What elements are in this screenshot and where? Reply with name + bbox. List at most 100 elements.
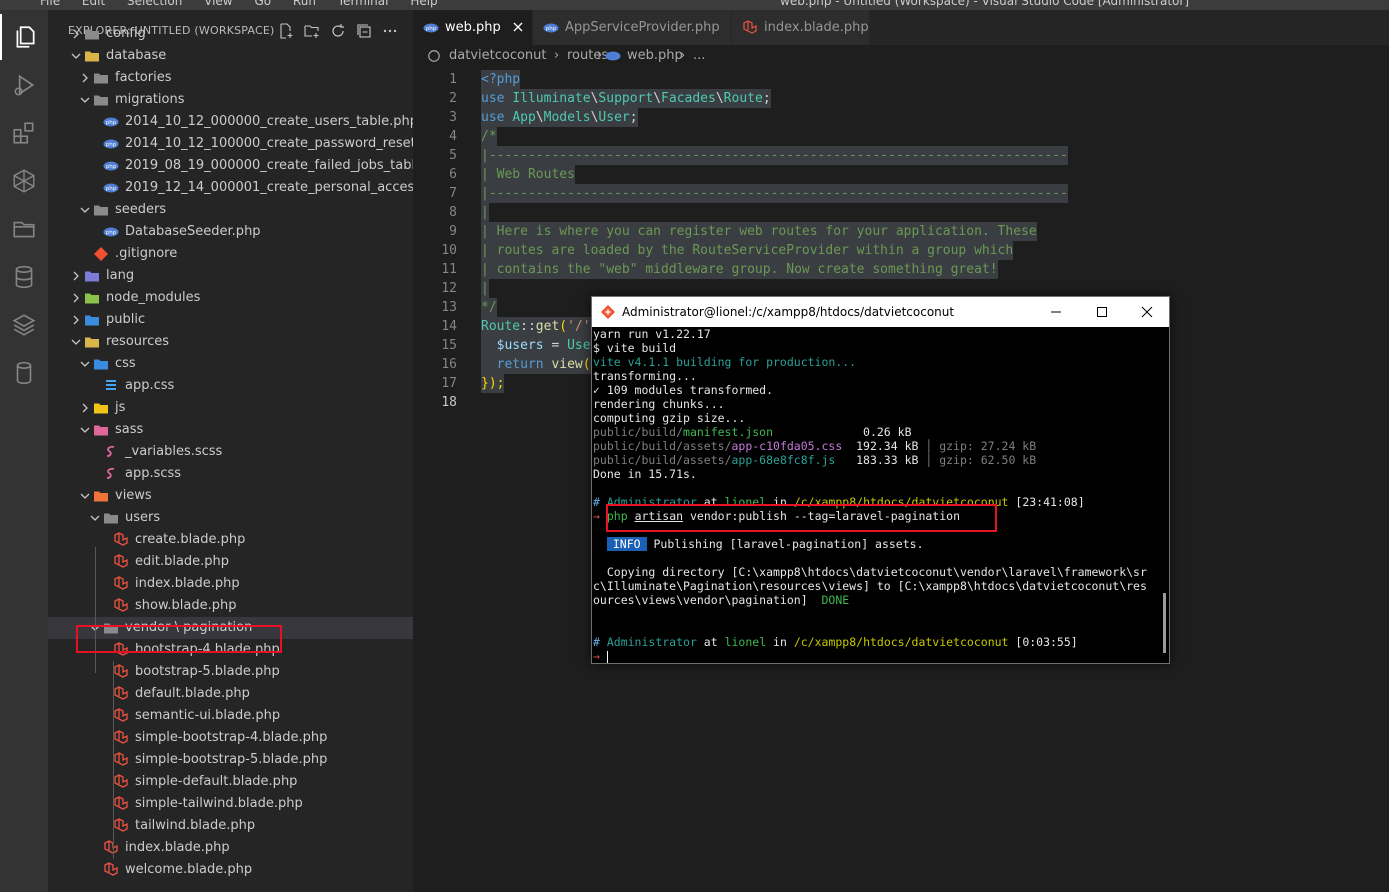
tree-file[interactable]: show.blade.php [48,595,413,617]
tree-file[interactable]: php 2019_12_14_000001_create_personal_acc… [48,177,413,199]
tree-folder[interactable]: sass [48,419,413,441]
tree-folder[interactable]: css [48,353,413,375]
line-number: 1 [449,72,457,87]
tree-file[interactable]: index.blade.php [48,837,413,859]
tree-item-label: simple-bootstrap-5.blade.php [135,752,328,767]
tab-web-php[interactable]: php web.php [413,10,533,45]
tree-file[interactable]: simple-default.blade.php [48,771,413,793]
close-icon[interactable] [510,19,526,35]
tree-file[interactable]: simple-bootstrap-5.blade.php [48,749,413,771]
tree-file[interactable]: app.css [48,375,413,397]
menu-file[interactable]: File [40,0,60,8]
tree-file[interactable]: simple-bootstrap-4.blade.php [48,727,413,749]
tree-folder[interactable]: config [48,23,413,45]
tree-item-label: welcome.blade.php [125,862,253,877]
menu-terminal[interactable]: Terminal [338,0,389,8]
activity-storage[interactable] [0,350,48,396]
line-number: 11 [441,262,457,277]
tree-folder[interactable]: js [48,397,413,419]
breadcrumb-file[interactable]: web.php [627,48,683,63]
chevron-right-icon[interactable] [68,290,84,306]
terminal-titlebar[interactable]: Administrator@lionel:/c/xampp8/htdocs/da… [592,297,1169,327]
chevron-right-icon[interactable] [77,70,93,86]
terminal-line: transforming... [593,369,697,383]
chevron-down-icon[interactable] [77,202,93,218]
chevron-down-icon[interactable] [77,488,93,504]
terminal-input-line[interactable]: → [593,649,608,663]
activity-remote[interactable] [0,158,48,204]
tree-file[interactable]: semantic-ui.blade.php [48,705,413,727]
tree-item-label: simple-tailwind.blade.php [135,796,303,811]
close-icon [1141,306,1153,318]
breadcrumb-more[interactable]: ... [693,48,705,63]
activity-folders[interactable] [0,206,48,252]
tree-file[interactable]: .gitignore [48,243,413,265]
minimize-button[interactable] [1033,297,1079,327]
chevron-right-icon[interactable] [77,400,93,416]
chevron-down-icon[interactable] [68,48,84,64]
tree-item-label: 2019_08_19_000000_create_failed_jobs_tab… [125,158,413,173]
tree-file[interactable]: edit.blade.php [48,551,413,573]
folder-icon [93,488,109,504]
terminal-scrollbar[interactable] [1163,593,1166,653]
sass-file-icon [103,444,119,460]
breadcrumb-root[interactable]: datvietcoconut [449,48,547,63]
tree-file[interactable]: simple-tailwind.blade.php [48,793,413,815]
tree-folder[interactable]: lang [48,265,413,287]
tree-file[interactable]: php 2014_10_12_100000_create_password_res… [48,133,413,155]
tree-folder[interactable]: factories [48,67,413,89]
tree-file[interactable]: tailwind.blade.php [48,815,413,837]
line-number: 6 [449,167,457,182]
terminal-window[interactable]: Administrator@lionel:/c/xampp8/htdocs/da… [591,296,1170,664]
tree-folder[interactable]: public [48,309,413,331]
tree-file[interactable]: default.blade.php [48,683,413,705]
tree-folder[interactable]: views [48,485,413,507]
tree-file[interactable]: _variables.scss [48,441,413,463]
terminal-output[interactable]: yarn run v1.22.17 $ vite build vite v4.1… [592,327,1169,663]
activity-explorer[interactable] [0,14,48,60]
chevron-right-icon[interactable] [68,268,84,284]
tree-file[interactable]: create.blade.php [48,529,413,551]
tree-folder[interactable]: database [48,45,413,67]
done-label: DONE [821,593,850,607]
chevron-right-icon[interactable] [68,26,84,42]
close-window-button[interactable] [1124,297,1170,327]
maximize-button[interactable] [1079,297,1125,327]
laravel-blade-icon [113,730,129,746]
activity-run-debug[interactable] [0,62,48,108]
tree-file[interactable]: index.blade.php [48,573,413,595]
chevron-down-icon[interactable] [77,422,93,438]
chevron-down-icon[interactable] [87,510,103,526]
terminal-line: yarn run v1.22.17 [593,327,711,341]
tree-folder[interactable]: migrations [48,89,413,111]
tree-file[interactable]: app.scss [48,463,413,485]
tree-folder[interactable]: users [48,507,413,529]
copy-target: ources\views\vendor\pagination] [593,593,808,607]
chevron-down-icon[interactable] [77,356,93,372]
menu-help[interactable]: Help [410,0,437,8]
menu-edit[interactable]: Edit [82,0,105,8]
tree-folder[interactable]: node_modules [48,287,413,309]
tree-folder[interactable]: resources [48,331,413,353]
tree-file[interactable]: bootstrap-5.blade.php [48,661,413,683]
menu-run[interactable]: Run [293,0,316,8]
menu-view[interactable]: View [204,0,232,8]
tree-folder[interactable]: seeders [48,199,413,221]
info-badge: INFO [606,537,647,551]
tree-file[interactable]: php 2019_08_19_000000_create_failed_jobs_… [48,155,413,177]
variable: $users [496,338,544,353]
activity-extensions[interactable] [0,110,48,156]
chevron-down-icon[interactable] [77,92,93,108]
prompt-time: [23:41:08] [1008,495,1085,509]
activity-layers[interactable] [0,302,48,348]
tab-appserviceprovider[interactable]: php AppServiceProvider.php [533,10,732,45]
chevron-right-icon[interactable] [68,312,84,328]
menu-go[interactable]: Go [254,0,271,8]
menu-selection[interactable]: Selection [127,0,182,8]
tree-file[interactable]: php 2014_10_12_000000_create_users_table.… [48,111,413,133]
tree-file[interactable]: welcome.blade.php [48,859,413,881]
tab-index-blade[interactable]: index.blade.php [732,10,870,45]
chevron-down-icon[interactable] [68,334,84,350]
tree-file[interactable]: php DatabaseSeeder.php [48,221,413,243]
activity-database[interactable] [0,254,48,300]
